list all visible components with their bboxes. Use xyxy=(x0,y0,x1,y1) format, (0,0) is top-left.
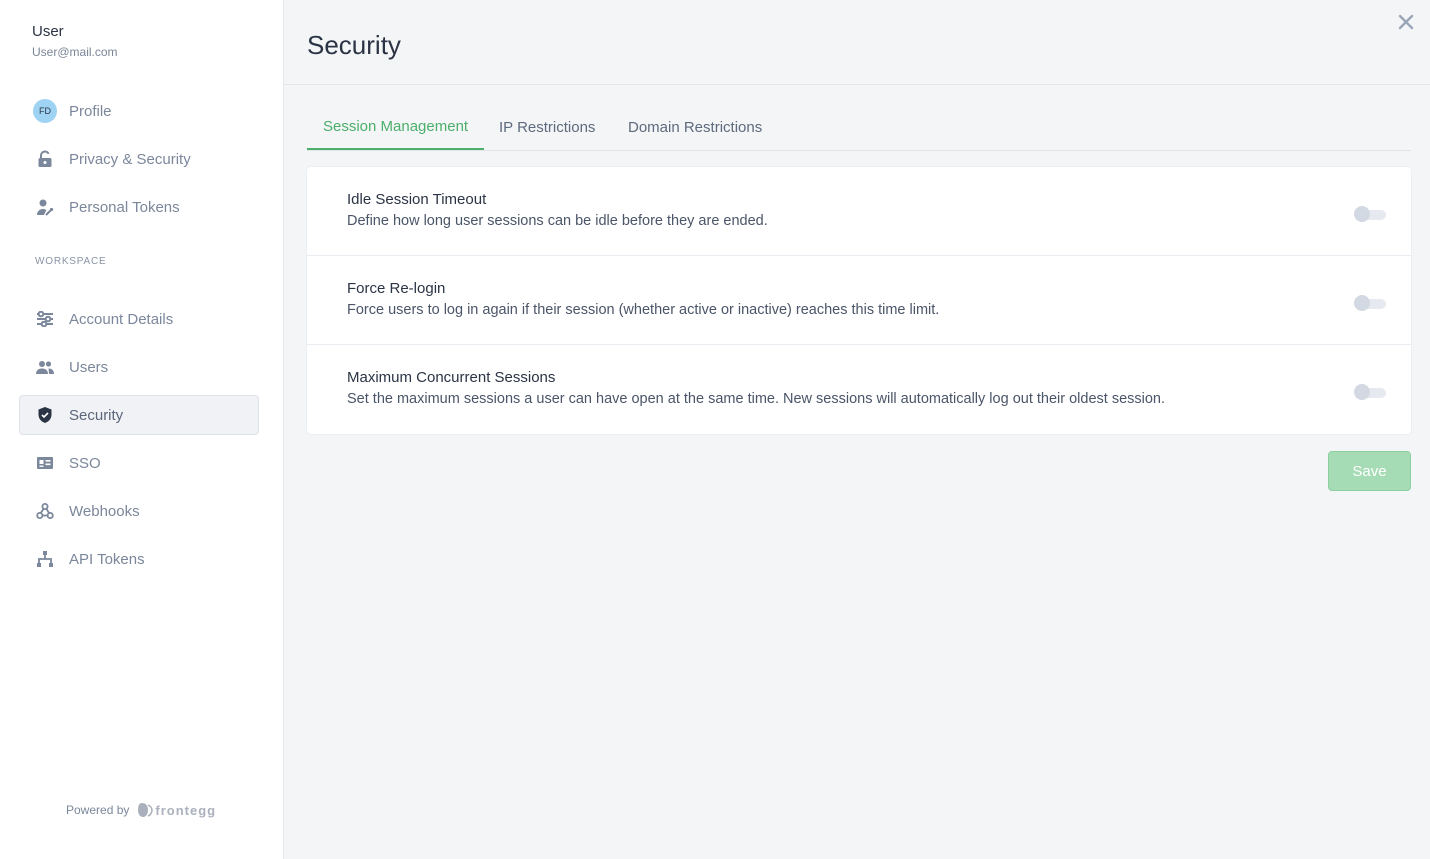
main-panel: Security Session Management IP Restricti… xyxy=(284,0,1430,859)
sidebar-item-label: Webhooks xyxy=(69,502,140,520)
sidebar-item-label: Privacy & Security xyxy=(69,150,191,168)
sidebar-item-personal-tokens[interactable]: Personal Tokens xyxy=(19,187,259,227)
close-button[interactable] xyxy=(1396,12,1416,32)
setting-row-force-relogin: Force Re-login Force users to log in aga… xyxy=(307,256,1411,345)
save-button[interactable]: Save xyxy=(1328,451,1411,491)
setting-title: Force Re-login xyxy=(347,280,446,297)
sidebar-item-account-details[interactable]: Account Details xyxy=(19,299,259,339)
avatar-initials: FD xyxy=(33,99,57,123)
sidebar-item-sso[interactable]: SSO xyxy=(19,443,259,483)
user-info: User User@mail.com xyxy=(32,22,118,59)
setting-row-max-concurrent-sessions: Maximum Concurrent Sessions Set the maxi… xyxy=(307,345,1411,434)
section-label-workspace: WORKSPACE xyxy=(35,256,107,267)
setting-title: Maximum Concurrent Sessions xyxy=(347,369,556,386)
setting-description: Define how long user sessions can be idl… xyxy=(347,213,768,229)
sidebar-item-security[interactable]: Security xyxy=(19,395,259,435)
sidebar-item-label: Security xyxy=(69,406,124,424)
powered-by-text: Powered by xyxy=(66,803,130,817)
max-concurrent-sessions-toggle[interactable] xyxy=(1354,384,1386,400)
sidebar-item-api-tokens[interactable]: API Tokens xyxy=(19,539,259,579)
page-header: Security xyxy=(284,0,1430,85)
powered-by: Powered by frontegg xyxy=(66,802,216,818)
idle-session-timeout-toggle[interactable] xyxy=(1354,206,1386,222)
shield-icon xyxy=(33,403,57,427)
sidebar-item-label: SSO xyxy=(69,454,101,472)
frontegg-logo-icon xyxy=(138,803,154,817)
frontegg-logo-text: frontegg xyxy=(155,802,217,818)
session-settings-card: Idle Session Timeout Define how long use… xyxy=(307,167,1411,434)
page-title: Security xyxy=(307,30,401,60)
setting-title: Idle Session Timeout xyxy=(347,191,487,208)
setting-description: Set the maximum sessions a user can have… xyxy=(347,391,1166,407)
webhook-icon xyxy=(33,499,57,523)
setting-description: Force users to log in again if their ses… xyxy=(347,302,940,318)
tab-domain-restrictions[interactable]: Domain Restrictions xyxy=(612,104,778,150)
sidebar-item-label: Personal Tokens xyxy=(69,198,180,216)
sidebar-item-webhooks[interactable]: Webhooks xyxy=(19,491,259,531)
avatar: FD xyxy=(33,99,57,123)
setting-row-idle-session-timeout: Idle Session Timeout Define how long use… xyxy=(307,167,1411,256)
force-relogin-toggle[interactable] xyxy=(1354,295,1386,311)
user-name: User xyxy=(32,23,64,40)
users-icon xyxy=(33,355,57,379)
user-key-icon xyxy=(33,195,57,219)
sidebar-item-label: Profile xyxy=(69,102,112,120)
sidebar-item-label: Account Details xyxy=(69,310,174,328)
lock-icon xyxy=(33,147,57,171)
sidebar-item-label: API Tokens xyxy=(69,550,145,568)
tab-ip-restrictions[interactable]: IP Restrictions xyxy=(483,104,611,150)
sidebar-item-privacy-security[interactable]: Privacy & Security xyxy=(19,139,259,179)
sidebar: User User@mail.com FD Profile Privacy & … xyxy=(0,0,284,859)
user-email: User@mail.com xyxy=(32,45,118,59)
sidebar-item-profile[interactable]: FD Profile xyxy=(19,91,259,131)
close-icon xyxy=(1398,14,1414,30)
id-card-icon xyxy=(33,451,57,475)
frontegg-logo: frontegg xyxy=(137,802,216,818)
tab-bar: Session Management IP Restrictions Domai… xyxy=(307,104,1411,151)
hierarchy-icon xyxy=(33,547,57,571)
sliders-icon xyxy=(33,307,57,331)
tab-session-management[interactable]: Session Management xyxy=(307,104,485,150)
sidebar-item-users[interactable]: Users xyxy=(19,347,259,387)
sidebar-item-label: Users xyxy=(69,358,109,376)
